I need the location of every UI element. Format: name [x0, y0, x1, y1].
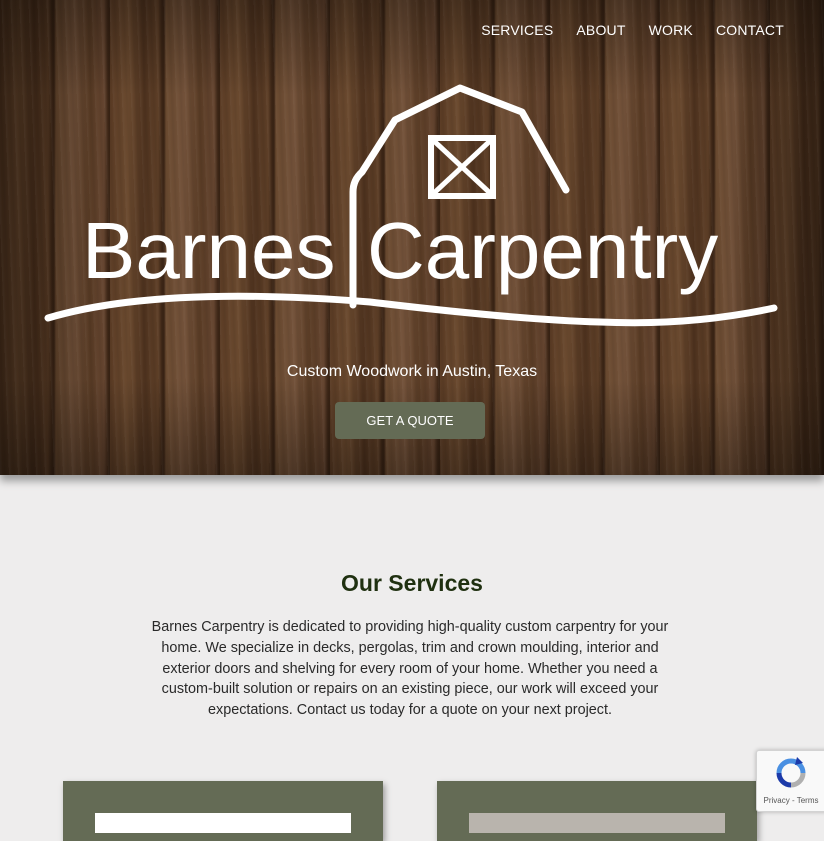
service-card[interactable]: [63, 781, 383, 841]
nav-item-work[interactable]: WORK: [649, 22, 693, 38]
logo-text-left: Barnes: [82, 206, 335, 295]
services-heading: Our Services: [341, 570, 483, 596]
nav-item-contact[interactable]: CONTACT: [716, 22, 784, 38]
logo-text-right: Carpentry: [367, 206, 718, 295]
main-nav: SERVICES ABOUT WORK CONTACT: [481, 22, 784, 38]
recaptcha-icon: [776, 757, 806, 788]
get-a-quote-button[interactable]: GET A QUOTE: [335, 402, 485, 439]
recaptcha-badge[interactable]: Privacy - Terms: [756, 750, 824, 812]
nav-item-about[interactable]: ABOUT: [576, 22, 625, 38]
hero-section: SERVICES ABOUT WORK CONTACT Barnes Carpe…: [0, 0, 824, 475]
recaptcha-terms-link[interactable]: Privacy - Terms: [757, 796, 824, 805]
hero-tagline: Custom Woodwork in Austin, Texas: [286, 363, 538, 380]
nav-item-services[interactable]: SERVICES: [481, 22, 553, 38]
ground-swoosh: [44, 292, 778, 327]
services-description: Barnes Carpentry is dedicated to providi…: [151, 619, 669, 719]
barnes-carpentry-logo[interactable]: Barnes Carpentry: [40, 80, 784, 335]
service-card-image: [469, 813, 725, 833]
service-card[interactable]: [437, 781, 757, 841]
service-card-image: [95, 813, 351, 833]
